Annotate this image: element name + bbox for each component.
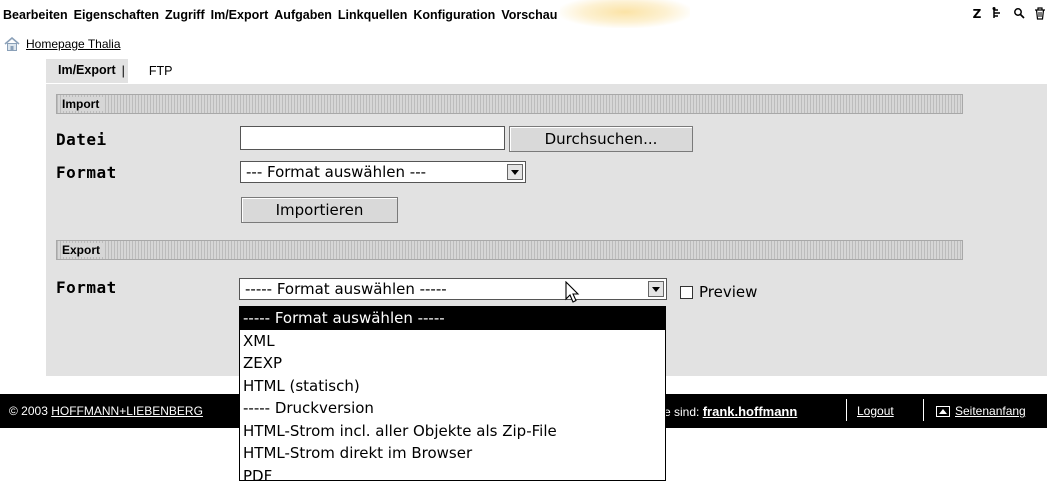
import-format-select[interactable]: --- Format auswählen --- (240, 161, 526, 183)
tab-konfiguration[interactable]: Konfiguration (413, 8, 500, 22)
subtab-separator: | (121, 64, 125, 78)
arrow-up-icon (936, 405, 950, 417)
subtab-im-export[interactable]: Im/Export (46, 59, 128, 83)
copyright-text: © 2003 (9, 404, 48, 418)
footer-divider (846, 399, 847, 421)
preview-checkbox[interactable]: Preview (680, 283, 757, 301)
dropdown-option[interactable]: XML (240, 330, 665, 353)
footer-copyright: © 2003 HOFFMANN+LIEBENBERG (9, 404, 203, 418)
mouse-cursor-icon (565, 281, 580, 303)
footer-divider (923, 399, 924, 421)
import-section-header: Import (56, 94, 963, 114)
export-format-select[interactable]: ----- Format auswählen ----- (239, 278, 667, 300)
zope-icon[interactable]: Z (970, 7, 984, 23)
tab-aufgaben[interactable]: Aufgaben (274, 8, 337, 22)
export-format-selected: ----- Format auswählen ----- (245, 280, 447, 298)
file-input[interactable] (240, 126, 505, 150)
import-format-label: Format (56, 163, 117, 182)
logout-link[interactable]: Logout (857, 404, 894, 418)
to-top-link[interactable]: Seitenanfang (936, 404, 1026, 418)
to-top-label[interactable]: Seitenanfang (955, 404, 1026, 418)
dropdown-option[interactable]: HTML-Strom incl. aller Objekte als Zip-F… (240, 420, 665, 443)
dropdown-option[interactable]: ZEXP (240, 352, 665, 375)
preview-label: Preview (699, 283, 758, 301)
dropdown-option[interactable]: HTML (statisch) (240, 375, 665, 398)
tab-zugriff[interactable]: Zugriff (165, 8, 210, 22)
home-icon (4, 37, 20, 51)
tab-linkquellen[interactable]: Linkquellen (338, 8, 412, 22)
highlight-glow (560, 0, 690, 28)
chevron-down-icon[interactable] (648, 281, 664, 297)
dropdown-option[interactable]: ----- Druckversion (240, 397, 665, 420)
file-label: Datei (56, 130, 107, 149)
tab-vorschau[interactable]: Vorschau (501, 8, 562, 22)
tab-bearbeiten[interactable]: Bearbeiten (3, 8, 73, 22)
import-format-selected: --- Format auswählen --- (246, 163, 427, 181)
trash-icon[interactable] (1033, 7, 1047, 23)
username-link[interactable]: frank.hoffmann (703, 404, 798, 419)
export-section-header: Export (56, 240, 963, 260)
breadcrumb: Homepage Thalia (4, 37, 121, 51)
top-navigation: Bearbeiten Eigenschaften Zugriff Im/Expo… (0, 0, 1047, 30)
preview-checkbox-box[interactable] (680, 285, 693, 299)
export-section-title: Export (62, 243, 105, 257)
main-tabs: Bearbeiten Eigenschaften Zugriff Im/Expo… (3, 8, 563, 22)
export-format-label: Format (56, 278, 117, 297)
breadcrumb-home-link[interactable]: Homepage Thalia (26, 37, 121, 51)
tab-im-export[interactable]: Im/Export (211, 8, 274, 22)
toolbar-icons: Z (970, 7, 1047, 23)
browse-button[interactable]: Durchsuchen... (509, 126, 693, 152)
search-icon[interactable] (1012, 7, 1026, 23)
dropdown-option[interactable]: HTML-Strom direkt im Browser (240, 442, 665, 465)
tree-icon[interactable] (991, 7, 1005, 23)
dropdown-option[interactable]: ----- Format auswählen ----- (240, 307, 665, 330)
tab-eigenschaften[interactable]: Eigenschaften (74, 8, 164, 22)
subtab-ftp[interactable]: FTP (149, 64, 173, 78)
user-prefix: e sind: (664, 405, 700, 419)
dropdown-option[interactable]: PDF (240, 465, 665, 481)
company-link[interactable]: HOFFMANN+LIEBENBERG (51, 404, 203, 418)
chevron-down-icon[interactable] (507, 164, 523, 180)
footer-user: e sind: frank.hoffmann (664, 404, 797, 419)
import-section-title: Import (62, 97, 104, 111)
import-button[interactable]: Importieren (241, 197, 398, 223)
export-format-dropdown: ----- Format auswählen ----- XML ZEXP HT… (239, 306, 666, 481)
sub-tabs: Im/Export | FTP (46, 58, 173, 84)
